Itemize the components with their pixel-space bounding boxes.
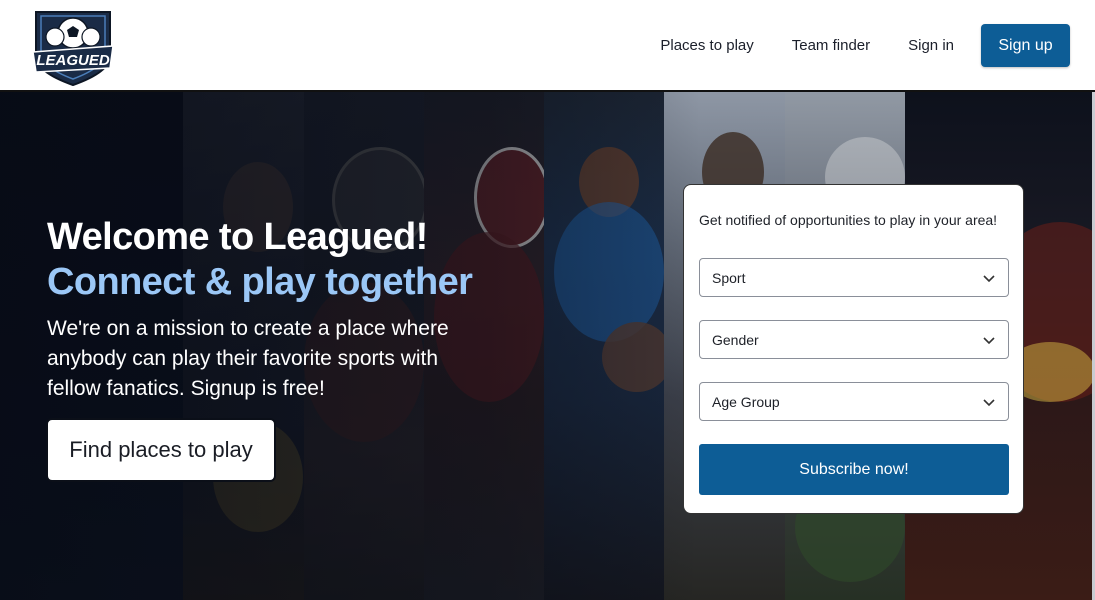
sign-up-button[interactable]: Sign up	[981, 24, 1070, 67]
main-nav: Places to play Team finder Sign in Sign …	[660, 24, 1070, 67]
subscribe-button[interactable]: Subscribe now!	[699, 444, 1009, 495]
top-navigation-bar: LEAGUED Places to play Team finder Sign …	[0, 0, 1095, 92]
chevron-down-icon	[983, 399, 995, 407]
hero-subtitle: Connect & play together	[47, 261, 473, 303]
subscribe-card-title: Get notified of opportunities to play in…	[699, 212, 998, 228]
sport-select-value: Sport	[712, 270, 746, 286]
gender-select-value: Gender	[712, 332, 759, 348]
hero-title: Welcome to Leagued!	[47, 216, 428, 258]
leagued-logo[interactable]: LEAGUED	[30, 8, 116, 86]
age-group-select[interactable]: Age Group	[699, 382, 1009, 421]
chevron-down-icon	[983, 337, 995, 345]
find-places-button[interactable]: Find places to play	[46, 418, 276, 482]
gender-select[interactable]: Gender	[699, 320, 1009, 359]
nav-sign-in[interactable]: Sign in	[908, 37, 954, 54]
logo-text: LEAGUED	[36, 52, 110, 69]
sport-select[interactable]: Sport	[699, 258, 1009, 297]
hero-section: Welcome to Leagued! Connect & play toget…	[0, 92, 1092, 600]
chevron-down-icon	[983, 275, 995, 283]
nav-team-finder[interactable]: Team finder	[792, 37, 870, 54]
hero-description: We're on a mission to create a place whe…	[47, 317, 449, 400]
nav-places-to-play[interactable]: Places to play	[660, 37, 753, 54]
age-group-select-value: Age Group	[712, 394, 780, 410]
subscribe-card: Get notified of opportunities to play in…	[683, 184, 1024, 514]
